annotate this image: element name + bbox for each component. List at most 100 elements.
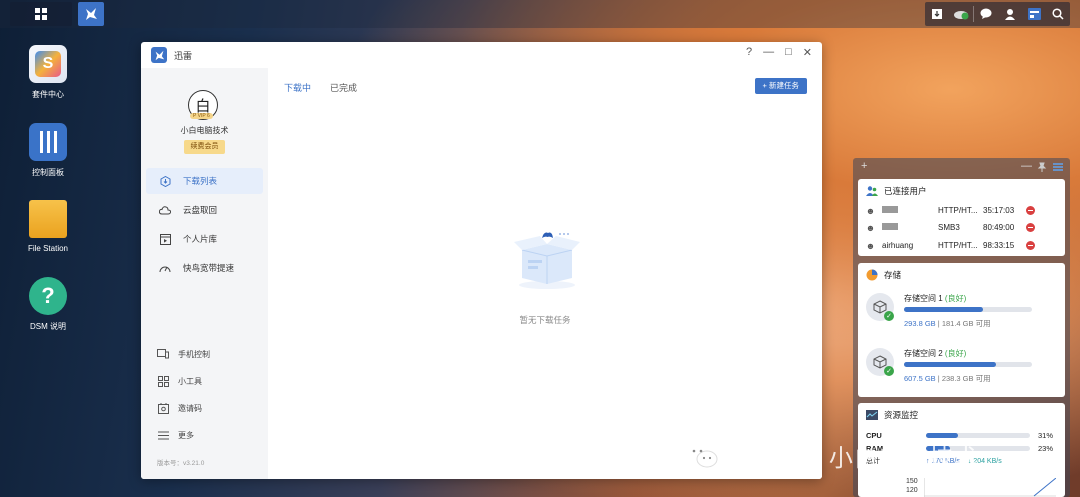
- cloud-sync-icon[interactable]: [949, 2, 973, 26]
- desktop-icon-label: File Station: [27, 244, 69, 253]
- widget-panel-header: + —: [853, 158, 1070, 177]
- widget-title: 存储: [866, 269, 901, 281]
- close-button[interactable]: ✕: [803, 46, 812, 59]
- sidebar-item-more[interactable]: 更多: [157, 429, 194, 441]
- volume-name: 存储空间 2 (良好): [904, 349, 967, 358]
- sidebar-item-label: 快鸟宽带提速: [183, 263, 235, 273]
- sidebar-item-cloud-retrieve[interactable]: 云盘取回: [146, 197, 263, 223]
- graph-axis-label: 120: [906, 487, 918, 494]
- wechat-icon: [687, 443, 718, 467]
- connected-user-row: ☻ airhuang HTTP/HT... 98:33:15: [866, 237, 1056, 254]
- redacted-name: [882, 206, 898, 213]
- new-task-button[interactable]: + 新建任务: [754, 78, 807, 94]
- desktop-icon-package-center[interactable]: S 套件中心: [3, 45, 93, 100]
- desktop-icon-file-station[interactable]: File Station: [3, 200, 93, 253]
- monitor-chart-icon: [866, 410, 878, 420]
- volume-usage-fill: [904, 362, 997, 367]
- help-icon: ?: [29, 277, 67, 315]
- volume-usage-bar: [904, 362, 1032, 367]
- search-icon[interactable]: [1046, 2, 1070, 26]
- desktop-icon-label: 控制面板: [32, 168, 64, 177]
- connected-user-protocol: SMB3: [938, 223, 960, 232]
- disconnect-user-button[interactable]: [1026, 241, 1035, 250]
- connected-user-name: [882, 206, 938, 215]
- apps-grid-icon: [35, 8, 47, 20]
- connected-user-protocol: HTTP/HT...: [938, 241, 978, 250]
- users-icon: [866, 186, 878, 196]
- package-center-icon: S: [29, 45, 67, 83]
- taskbar: [0, 0, 1080, 28]
- tab-completed[interactable]: 已完成: [330, 81, 357, 94]
- mobile-device-icon: [157, 348, 169, 360]
- sidebar-item-invite-code[interactable]: 邀请码: [157, 402, 202, 414]
- sidebar-item-label: 邀请码: [178, 403, 202, 413]
- sidebar-item-label: 云盘取回: [183, 205, 218, 215]
- storage-volume[interactable]: ✓ 存储空间 1 (良好) 293.8 GB | 181.4 GB 可用: [866, 293, 1058, 343]
- network-graph-line: [924, 478, 1056, 497]
- connected-user-row: ☻ HTTP/HT... 35:17:03: [866, 202, 1056, 219]
- username: 小白电脑技术: [180, 126, 229, 135]
- connected-user-duration: 80:49:00: [983, 223, 1015, 232]
- sidebar-item-broadband-boost[interactable]: 快鸟宽带提速: [146, 255, 263, 281]
- graph-axis-label: 150: [906, 478, 918, 485]
- widget-settings-icon[interactable]: [1053, 162, 1063, 172]
- connected-user-protocol: HTTP/HT...: [938, 206, 978, 215]
- minimize-widget-panel-button[interactable]: —: [1021, 160, 1032, 172]
- thunder-window: 迅雷 ? — □ ✕ 白 P VIP 6 小白电脑技术 续费会员 下载列表 云盘…: [141, 42, 822, 479]
- cpu-usage-bar: [926, 432, 1030, 438]
- widgets-icon[interactable]: [1022, 2, 1046, 26]
- download-tray-icon[interactable]: [925, 2, 949, 26]
- renew-membership-button[interactable]: 续费会员: [184, 140, 225, 154]
- sidebar-item-label: 个人片库: [183, 234, 218, 244]
- connected-user-row: ☻ SMB3 80:49:00: [866, 219, 1056, 236]
- redacted-name: [882, 223, 898, 230]
- pin-icon[interactable]: [1037, 162, 1047, 172]
- volume-usage-bar: [904, 307, 1032, 312]
- user-icon: ☻: [865, 205, 876, 216]
- thunder-bird-icon: [86, 8, 97, 20]
- add-widget-button[interactable]: +: [861, 160, 867, 172]
- user-icon[interactable]: [998, 2, 1022, 26]
- chat-icon[interactable]: [974, 2, 998, 26]
- user-icon: ☻: [865, 222, 876, 233]
- sidebar-item-download-list[interactable]: 下载列表: [146, 168, 263, 194]
- sidebar-item-mobile-control[interactable]: 手机控制: [157, 348, 210, 360]
- film-library-icon: [159, 233, 171, 245]
- sidebar: 白 P VIP 6 小白电脑技术 续费会员 下载列表 云盘取回 个人片库 快鸟宽…: [141, 68, 268, 479]
- sidebar-item-label: 更多: [178, 430, 194, 440]
- minimize-button[interactable]: —: [763, 46, 774, 59]
- control-panel-icon: [29, 123, 67, 161]
- main-menu-button[interactable]: [10, 2, 72, 26]
- help-button[interactable]: ?: [746, 46, 752, 59]
- tools-grid-icon: [157, 375, 169, 387]
- volume-healthy-check-icon: ✓: [884, 366, 894, 376]
- sidebar-item-personal-library[interactable]: 个人片库: [146, 226, 263, 252]
- desktop-icon-control-panel[interactable]: 控制面板: [3, 123, 93, 178]
- connected-user-name: [882, 223, 938, 232]
- volume-usage-fill: [904, 307, 984, 312]
- taskbar-thunder-app[interactable]: [78, 2, 104, 26]
- sidebar-item-label: 手机控制: [178, 349, 210, 359]
- storage-pie-icon: [866, 269, 878, 281]
- disconnect-user-button[interactable]: [1026, 223, 1035, 232]
- widget-title: 已连接用户: [866, 185, 927, 197]
- main-panel: 下载中 已完成 + 新建任务 暂无下载任务: [268, 68, 822, 479]
- empty-box-illustration: [514, 232, 580, 289]
- volume-healthy-check-icon: ✓: [884, 311, 894, 321]
- invite-icon: [157, 402, 169, 414]
- window-titlebar[interactable]: 迅雷 ? — □ ✕: [141, 42, 822, 68]
- maximize-button[interactable]: □: [785, 46, 792, 59]
- network-graph: 150 120: [866, 470, 1058, 497]
- storage-volume[interactable]: ✓ 存储空间 2 (良好) 607.5 GB | 238.3 GB 可用: [866, 348, 1058, 398]
- desktop-icon-dsm-help[interactable]: ? DSM 说明: [3, 277, 93, 332]
- volume-name: 存储空间 1 (良好): [904, 294, 967, 303]
- connected-user-duration: 35:17:03: [983, 206, 1015, 215]
- volume-usage-text: 607.5 GB | 238.3 GB 可用: [904, 374, 991, 383]
- sidebar-item-tools[interactable]: 小工具: [157, 375, 202, 387]
- thunder-logo-icon: [151, 47, 167, 63]
- tab-downloading[interactable]: 下载中: [284, 81, 311, 94]
- disconnect-user-button[interactable]: [1026, 206, 1035, 215]
- desktop-icon-label: DSM 说明: [30, 322, 66, 331]
- sidebar-item-label: 下载列表: [183, 176, 218, 186]
- folder-icon: [29, 200, 67, 238]
